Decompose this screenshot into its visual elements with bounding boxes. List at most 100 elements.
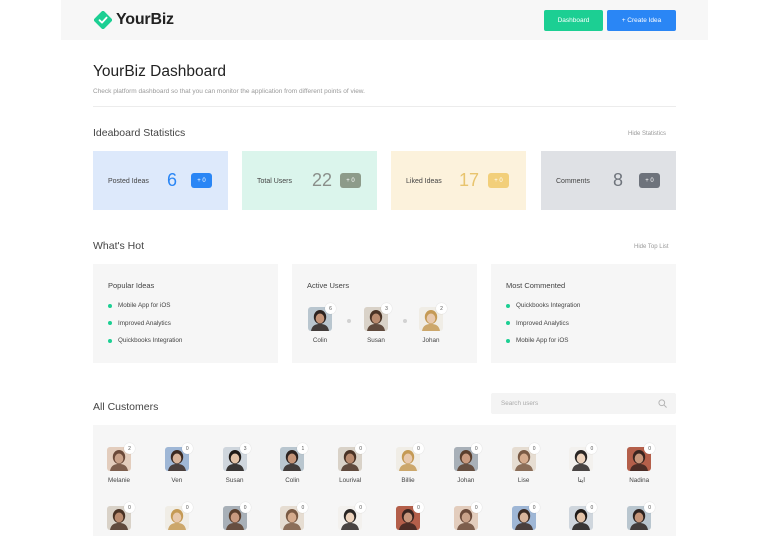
customer-card[interactable]: 0 — [164, 502, 205, 530]
popular-ideas-list: Mobile App for iOS Improved Analytics Quic… — [108, 302, 182, 355]
list-item-label: Improved Analytics — [118, 319, 171, 327]
customer-card[interactable]: 0 Nadina — [627, 443, 667, 484]
logo[interactable]: YourBiz — [94, 10, 174, 30]
stat-label: Comments — [556, 178, 590, 185]
active-user[interactable]: 2 Johan — [419, 303, 447, 344]
stat-label: Total Users — [257, 178, 293, 185]
customer-count-badge: 0 — [181, 502, 193, 513]
customer-card[interactable]: 0 — [627, 502, 667, 530]
stat-value: 8 — [613, 170, 624, 190]
customer-count-badge: 0 — [355, 502, 367, 513]
most-commented-card: Most Commented Quickbooks Integration Imp… — [491, 264, 676, 363]
popular-ideas-card: Popular Ideas Mobile App for iOS Improved… — [93, 264, 278, 363]
page-title: YourBiz Dashboard — [93, 63, 226, 80]
search-icon — [658, 399, 667, 408]
hot-section-title: What's Hot — [93, 240, 145, 252]
top-navbar: YourBiz Dashboard + Create Idea — [61, 0, 708, 40]
bullet-dot — [506, 303, 510, 308]
customer-card[interactable]: 0 — [280, 502, 320, 530]
customer-count-badge: 0 — [644, 443, 656, 454]
customers-section-title: All Customers — [93, 401, 159, 413]
customer-card[interactable]: 2 Melanie — [107, 443, 147, 484]
user-count-badge: 3 — [381, 303, 392, 314]
user-count-badge: 6 — [325, 303, 336, 314]
stats-section-title: Ideaboard Statistics — [93, 127, 186, 139]
separator-dot — [403, 319, 407, 323]
customer-card[interactable]: 0 Ven — [164, 443, 205, 484]
list-item-label: Quickbooks Integration — [516, 302, 581, 309]
customer-name: Ven — [171, 477, 183, 484]
customer-name: Lise — [517, 477, 530, 484]
customer-name: Nadina — [629, 477, 650, 484]
hide-top-list-link[interactable]: Hide Top List — [634, 244, 669, 250]
active-users-title: Active Users — [307, 281, 350, 290]
stat-value: 22 — [312, 170, 333, 190]
dashboard-button[interactable]: Dashboard — [544, 10, 603, 31]
bullet-dot — [108, 321, 112, 325]
user-count-badge: 2 — [436, 303, 447, 314]
customer-card[interactable]: 0 Johan — [453, 443, 494, 484]
customer-count-badge: 0 — [355, 443, 367, 454]
logo-icon — [94, 11, 112, 29]
customer-card[interactable]: 0 Lise — [511, 443, 552, 484]
customer-count-badge: 0 — [297, 502, 309, 513]
bullet-dot — [108, 303, 112, 308]
search-users-input[interactable] — [491, 393, 676, 414]
customer-count-badge: 0 — [586, 443, 598, 454]
customer-count-badge: 3 — [239, 443, 251, 454]
customer-card[interactable]: 0 Lourival — [338, 443, 378, 484]
list-item[interactable]: Mobile App for iOS — [506, 337, 580, 355]
customer-card[interactable]: 0 — [107, 502, 147, 530]
customer-card[interactable]: 0 Billie — [396, 443, 436, 484]
stat-delta-badge: + 0 — [639, 173, 660, 188]
customer-count-badge: 0 — [528, 502, 540, 513]
stat-label: Posted Ideas — [108, 178, 149, 185]
active-user[interactable]: 3 Susan — [364, 303, 392, 344]
customer-count-badge: 0 — [470, 443, 482, 454]
popular-ideas-title: Popular Ideas — [108, 281, 155, 290]
divider — [93, 106, 676, 107]
bullet-dot — [506, 321, 510, 325]
stat-delta-badge: + 0 — [340, 173, 361, 188]
customer-card[interactable]: 1 Colin — [280, 443, 320, 484]
customer-card[interactable]: 0 — [338, 502, 378, 530]
customer-count-badge: 2 — [124, 443, 135, 454]
customer-name: Susan — [225, 477, 244, 484]
customer-count-badge: 0 — [181, 443, 193, 454]
logo-text: YourBiz — [116, 11, 174, 28]
active-users-card: Active Users 6 Colin 3 Susan 2 Johan — [292, 264, 477, 363]
stat-label: Liked Ideas — [406, 178, 442, 185]
customer-card[interactable]: 3 Susan — [222, 443, 263, 484]
stat-delta-badge: + 0 — [191, 173, 212, 188]
customer-count-badge: 0 — [124, 502, 135, 513]
most-commented-list: Quickbooks Integration Improved Analytics… — [506, 302, 580, 355]
customers-grid: 2 Melanie 0 Ven 3 Susan 1 Colin 0 Lourival 0 Billie… — [93, 425, 676, 536]
customer-count-badge: 1 — [297, 443, 309, 454]
list-item[interactable]: Mobile App for iOS — [108, 302, 182, 320]
customer-count-badge: 0 — [413, 502, 424, 513]
create-idea-button[interactable]: + Create Idea — [607, 10, 676, 31]
customer-card[interactable]: 0 — [396, 502, 436, 530]
active-user[interactable]: 6 Colin — [308, 303, 336, 344]
customer-count-badge: 0 — [586, 502, 598, 513]
customer-card[interactable]: 0 — [511, 502, 552, 530]
hide-statistics-link[interactable]: Hide Statistics — [628, 131, 666, 137]
customer-card[interactable]: 0 — [569, 502, 609, 530]
customer-card[interactable]: 0 — [453, 502, 494, 530]
list-item[interactable]: Quickbooks Integration — [108, 337, 182, 355]
stat-value: 17 — [459, 170, 480, 190]
list-item[interactable]: Improved Analytics — [108, 320, 182, 338]
customer-card[interactable]: 0 — [222, 502, 263, 530]
most-commented-title: Most Commented — [506, 281, 566, 290]
customer-count-badge: 0 — [470, 502, 482, 513]
bullet-dot — [506, 338, 510, 343]
list-item[interactable]: Improved Analytics — [506, 320, 580, 338]
list-item[interactable]: Quickbooks Integration — [506, 302, 580, 320]
customer-name: Johan — [457, 477, 475, 484]
stat-card: Total Users 22 + 0 — [242, 151, 377, 210]
list-item-label: Mobile App for iOS — [118, 302, 171, 309]
customer-name: Melanie — [107, 477, 131, 484]
customer-count-badge: 0 — [528, 443, 540, 454]
customer-card[interactable]: 0 ايتا — [569, 443, 609, 484]
separator-dot — [347, 319, 351, 323]
